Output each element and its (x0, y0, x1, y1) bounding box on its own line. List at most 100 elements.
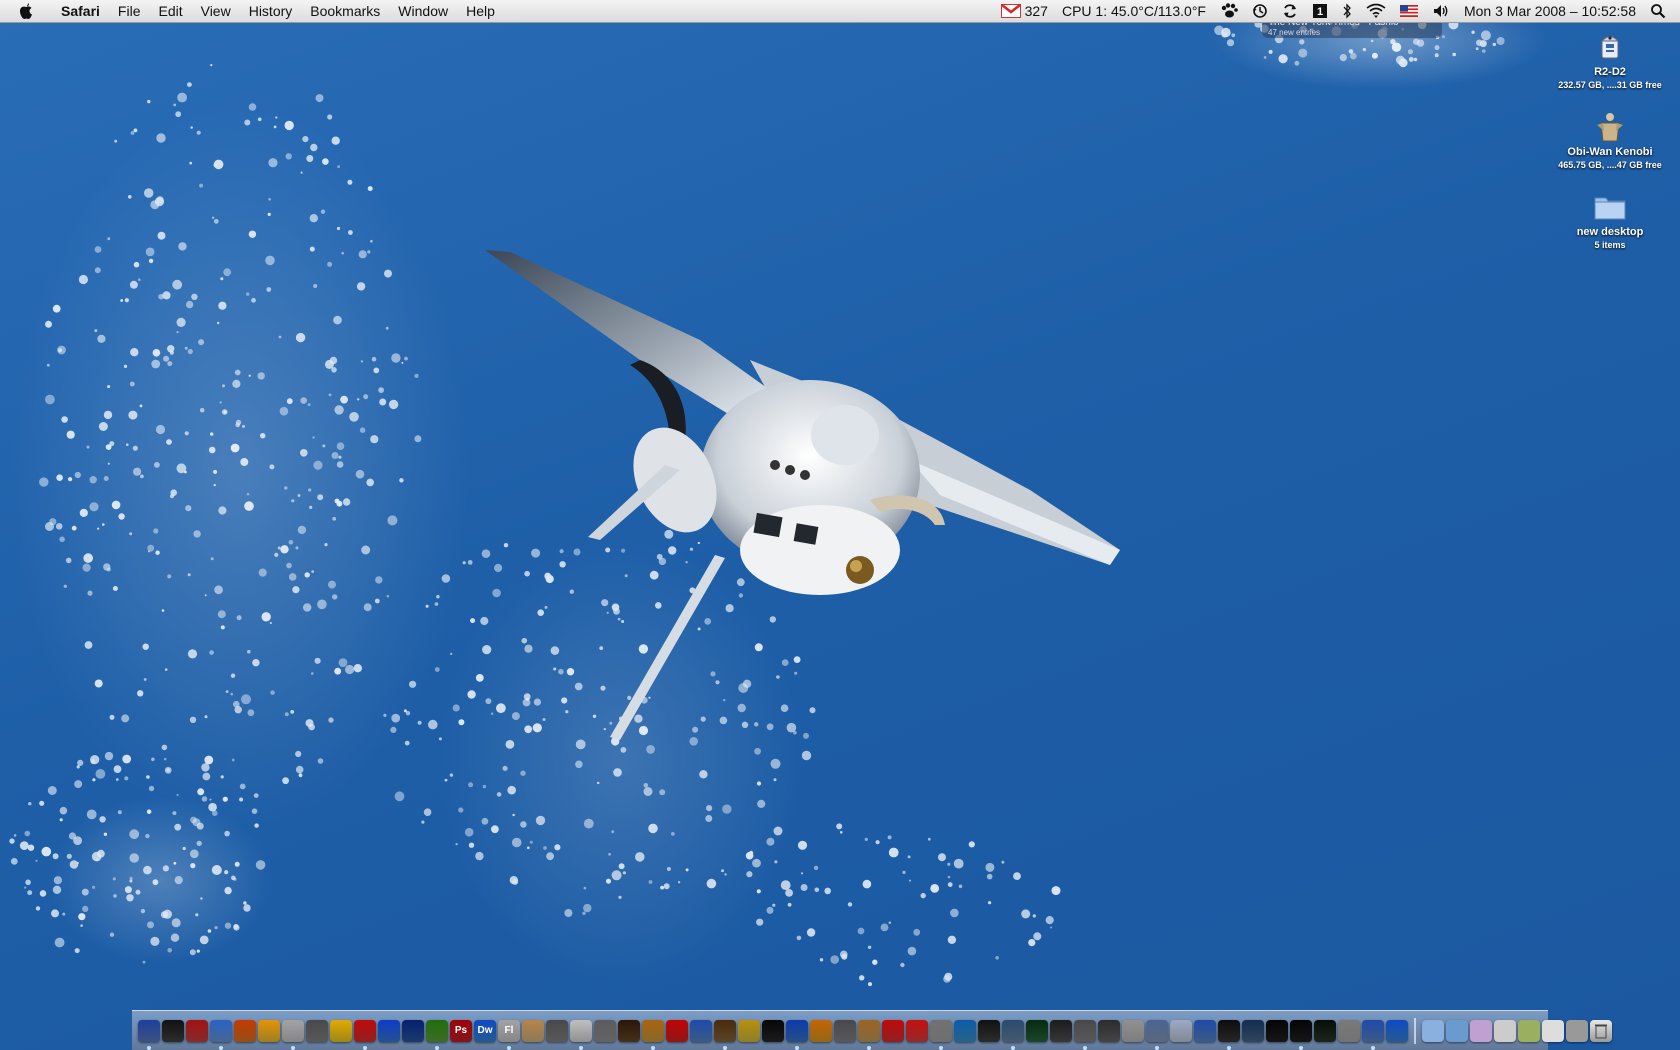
dock-app-icon[interactable] (1338, 1019, 1360, 1042)
dock-app-icon[interactable] (138, 1019, 160, 1050)
dock-app-icon[interactable] (642, 1019, 664, 1050)
cloud-speck (200, 897, 203, 900)
dock-app-icon[interactable] (282, 1019, 304, 1050)
dock-app-icon[interactable] (1386, 1019, 1408, 1042)
dock-app-icon[interactable] (906, 1019, 928, 1042)
dock-stack-icon[interactable] (1422, 1019, 1444, 1042)
menu-file[interactable]: File (109, 0, 150, 22)
dock-app-icon[interactable]: Fl (498, 1019, 520, 1050)
dock-app-icon[interactable] (258, 1019, 280, 1042)
dock-stack-icon[interactable] (1470, 1019, 1492, 1042)
dock-app-icon[interactable] (786, 1019, 808, 1050)
growl-paw-icon[interactable] (1213, 3, 1245, 19)
dock-app-icon[interactable] (762, 1019, 784, 1042)
dock-app-icon[interactable] (1002, 1019, 1024, 1050)
dock-app-icon[interactable] (1242, 1019, 1264, 1042)
menu-help[interactable]: Help (457, 0, 504, 22)
dock-app-icon[interactable] (810, 1019, 832, 1042)
dock-app-icon[interactable] (402, 1019, 424, 1042)
dock-app-icon[interactable]: Dw (474, 1019, 496, 1042)
cloud-speck (189, 716, 197, 723)
dock-app-icon[interactable] (1146, 1019, 1168, 1050)
cloud-speck (235, 419, 242, 426)
dock-app-icon[interactable] (1362, 1019, 1384, 1050)
dock-app-icon[interactable] (1098, 1019, 1120, 1042)
menu-view[interactable]: View (192, 0, 240, 22)
bluetooth-icon[interactable] (1335, 3, 1359, 19)
cpu-temperature[interactable]: CPU 1: 45.0°C/113.0°F (1055, 0, 1213, 22)
cloud-speck (953, 858, 964, 869)
dock-app-icon[interactable] (426, 1019, 448, 1050)
dock-app-icon[interactable] (858, 1019, 880, 1050)
cloud-speck (847, 902, 853, 907)
dock-stack-icon[interactable] (1566, 1019, 1588, 1042)
dock-app-icon[interactable] (930, 1019, 952, 1050)
spotlight-search-icon[interactable] (1643, 3, 1680, 19)
desktop-icon-r2d2-drive[interactable]: R2-D2 232.57 GB, ....31 GB free (1545, 30, 1675, 91)
dock-app-icon[interactable] (378, 1019, 400, 1042)
cloud-speck (163, 757, 167, 761)
wifi-icon[interactable] (1359, 3, 1393, 19)
trash-icon[interactable] (1590, 1019, 1612, 1042)
dock-app-icon[interactable] (834, 1019, 856, 1042)
cloud-speck (162, 865, 169, 872)
volume-icon[interactable] (1425, 3, 1457, 19)
dock-app-icon[interactable] (1290, 1019, 1312, 1050)
sync-icon[interactable] (1275, 3, 1305, 19)
dock-app-icon[interactable] (1026, 1019, 1048, 1042)
dock-app-icon[interactable] (978, 1019, 1000, 1042)
dock-app-icon[interactable] (1266, 1019, 1288, 1042)
cloud-speck (428, 719, 438, 730)
dock-app-icon[interactable] (162, 1019, 184, 1042)
dock-app-icon[interactable] (330, 1019, 352, 1042)
time-machine-icon[interactable] (1245, 3, 1275, 19)
dock-app-icon[interactable] (234, 1019, 256, 1042)
menu-history[interactable]: History (240, 0, 302, 22)
dock-app-icon[interactable] (546, 1019, 568, 1042)
dock-app-icon[interactable] (954, 1019, 976, 1042)
cloud-speck (746, 871, 753, 878)
running-indicator (795, 1045, 799, 1050)
mail-status-item[interactable]: 327 (994, 0, 1055, 22)
desktop-icon-new-desktop-folder[interactable]: new desktop 5 items (1545, 190, 1675, 251)
spaces-icon[interactable]: 1 (1305, 3, 1335, 19)
cloud-speck (383, 713, 387, 717)
dock-app-icon[interactable] (210, 1019, 232, 1050)
dock-app-icon[interactable] (186, 1019, 208, 1042)
desktop-icon-obiwan-drive[interactable]: Obi-Wan Kenobi 465.75 GB, ....47 GB free (1545, 110, 1675, 171)
cloud-speck (247, 649, 251, 654)
dock-app-icon[interactable] (594, 1019, 616, 1042)
dock-app-icon[interactable] (714, 1019, 736, 1050)
menu-edit[interactable]: Edit (149, 0, 191, 22)
dock-app-icon[interactable] (1218, 1019, 1240, 1050)
dock-stack-icon[interactable] (1518, 1019, 1540, 1042)
input-us-flag-icon[interactable] (1393, 5, 1425, 17)
dock-app-icon[interactable] (570, 1019, 592, 1050)
dock-app-icon[interactable] (1122, 1019, 1144, 1042)
dock-app-icon[interactable] (354, 1019, 376, 1050)
apple-menu-icon[interactable] (16, 1, 36, 21)
dock-app-icon[interactable] (1194, 1019, 1216, 1042)
dock-app-icon[interactable] (738, 1019, 760, 1042)
dock-app-icon[interactable] (1170, 1019, 1192, 1042)
cloud-speck (123, 364, 128, 368)
dock-stack-icon[interactable] (1446, 1019, 1468, 1042)
dock-app-icon[interactable] (690, 1019, 712, 1042)
menu-window[interactable]: Window (389, 0, 457, 22)
dock-stack-icon[interactable] (1494, 1019, 1516, 1042)
dock-app-icon[interactable] (618, 1019, 640, 1042)
app-menu-safari[interactable]: Safari (52, 0, 109, 22)
cloud-speck (297, 494, 301, 497)
dock-app-icon[interactable] (306, 1019, 328, 1042)
clock-datetime[interactable]: Mon 3 Mar 2008 – 10:52:58 (1457, 0, 1643, 22)
dock-stack-icon[interactable] (1542, 1019, 1564, 1042)
dock-app-icon[interactable] (666, 1019, 688, 1042)
dock-app-icon[interactable] (1074, 1019, 1096, 1050)
dock-app-icon[interactable] (1314, 1019, 1336, 1042)
dock-app-icon[interactable]: Ps (450, 1019, 472, 1042)
menu-bookmarks[interactable]: Bookmarks (301, 0, 389, 22)
dock-app-icon[interactable] (1050, 1019, 1072, 1042)
cloud-speck (167, 948, 172, 953)
dock-app-icon[interactable] (522, 1019, 544, 1042)
dock-app-icon[interactable] (882, 1019, 904, 1042)
